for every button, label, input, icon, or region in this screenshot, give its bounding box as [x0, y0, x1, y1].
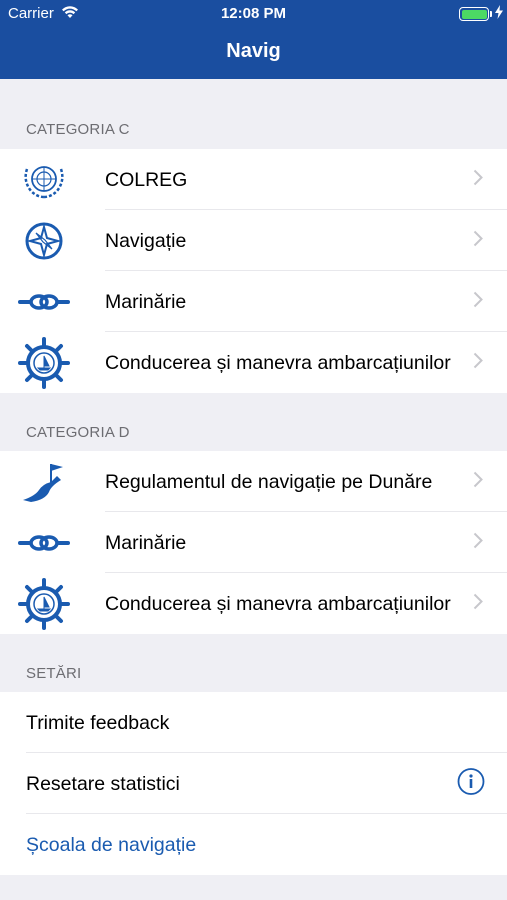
group-categoria-c: COLREG Navigație Marinărie Conducerea și…	[0, 149, 507, 393]
list-item-label: Conducerea și manevra ambarcațiunilor	[105, 592, 451, 615]
section-header-categoria-c: CATEGORIA C	[26, 121, 130, 138]
ship-wheel-icon	[0, 573, 105, 634]
page-title: Navig	[226, 40, 281, 62]
list-item-label: Navigație	[105, 229, 187, 252]
list-item-label: Trimite feedback	[26, 711, 170, 734]
navigation-bar: Carrier 12:08 PM Navig	[0, 0, 507, 79]
chevron-right-icon	[473, 230, 483, 252]
status-bar: Carrier 12:08 PM	[0, 0, 507, 28]
battery-icon	[459, 7, 489, 21]
compass-rose-icon	[0, 210, 105, 271]
chevron-right-icon	[473, 471, 483, 493]
chevron-right-icon	[473, 169, 483, 191]
chevron-right-icon	[473, 291, 483, 313]
list-item-colreg[interactable]: COLREG	[0, 149, 507, 210]
info-icon[interactable]	[457, 767, 485, 800]
scoala-de-navigatie-link[interactable]: Școala de navigație	[0, 814, 507, 875]
group-setari: Trimite feedback Resetare statistici Șco…	[0, 692, 507, 875]
rope-knot-icon	[0, 512, 105, 573]
rope-knot-icon	[0, 271, 105, 332]
list-item-marinarie[interactable]: Marinărie	[0, 512, 507, 573]
list-item-label: COLREG	[105, 168, 188, 191]
list-item-regulamentul[interactable]: Regulamentul de navigație pe Dunăre	[0, 451, 507, 512]
un-emblem-icon	[0, 149, 105, 210]
list-item-label: Conducerea și manevra ambarcațiunilor	[105, 351, 451, 374]
list-item-conducerea[interactable]: Conducerea și manevra ambarcațiunilor	[0, 332, 507, 393]
list-item-marinarie[interactable]: Marinărie	[0, 271, 507, 332]
feedback-button[interactable]: Trimite feedback	[0, 692, 507, 753]
chevron-right-icon	[473, 532, 483, 554]
reset-statistics-button[interactable]: Resetare statistici	[0, 753, 507, 814]
section-header-setari: SETĂRI	[26, 665, 82, 682]
chevron-right-icon	[473, 593, 483, 615]
chevron-right-icon	[473, 352, 483, 374]
list-item-label: Marinărie	[105, 531, 187, 554]
section-header-categoria-d: CATEGORIA D	[26, 424, 130, 441]
charging-icon	[495, 5, 503, 22]
list-item-label: Resetare statistici	[26, 772, 180, 795]
list-item-label: Marinărie	[105, 290, 187, 313]
list-item-label: Școala de navigație	[26, 833, 197, 856]
group-categoria-d: Regulamentul de navigație pe Dunăre Mari…	[0, 451, 507, 634]
ship-wheel-icon	[0, 332, 105, 393]
list-item-conducerea[interactable]: Conducerea și manevra ambarcațiunilor	[0, 573, 507, 634]
river-flag-icon	[0, 451, 105, 512]
list-item-navigatie[interactable]: Navigație	[0, 210, 507, 271]
list-item-label: Regulamentul de navigație pe Dunăre	[105, 470, 433, 493]
clock: 12:08 PM	[220, 5, 287, 22]
